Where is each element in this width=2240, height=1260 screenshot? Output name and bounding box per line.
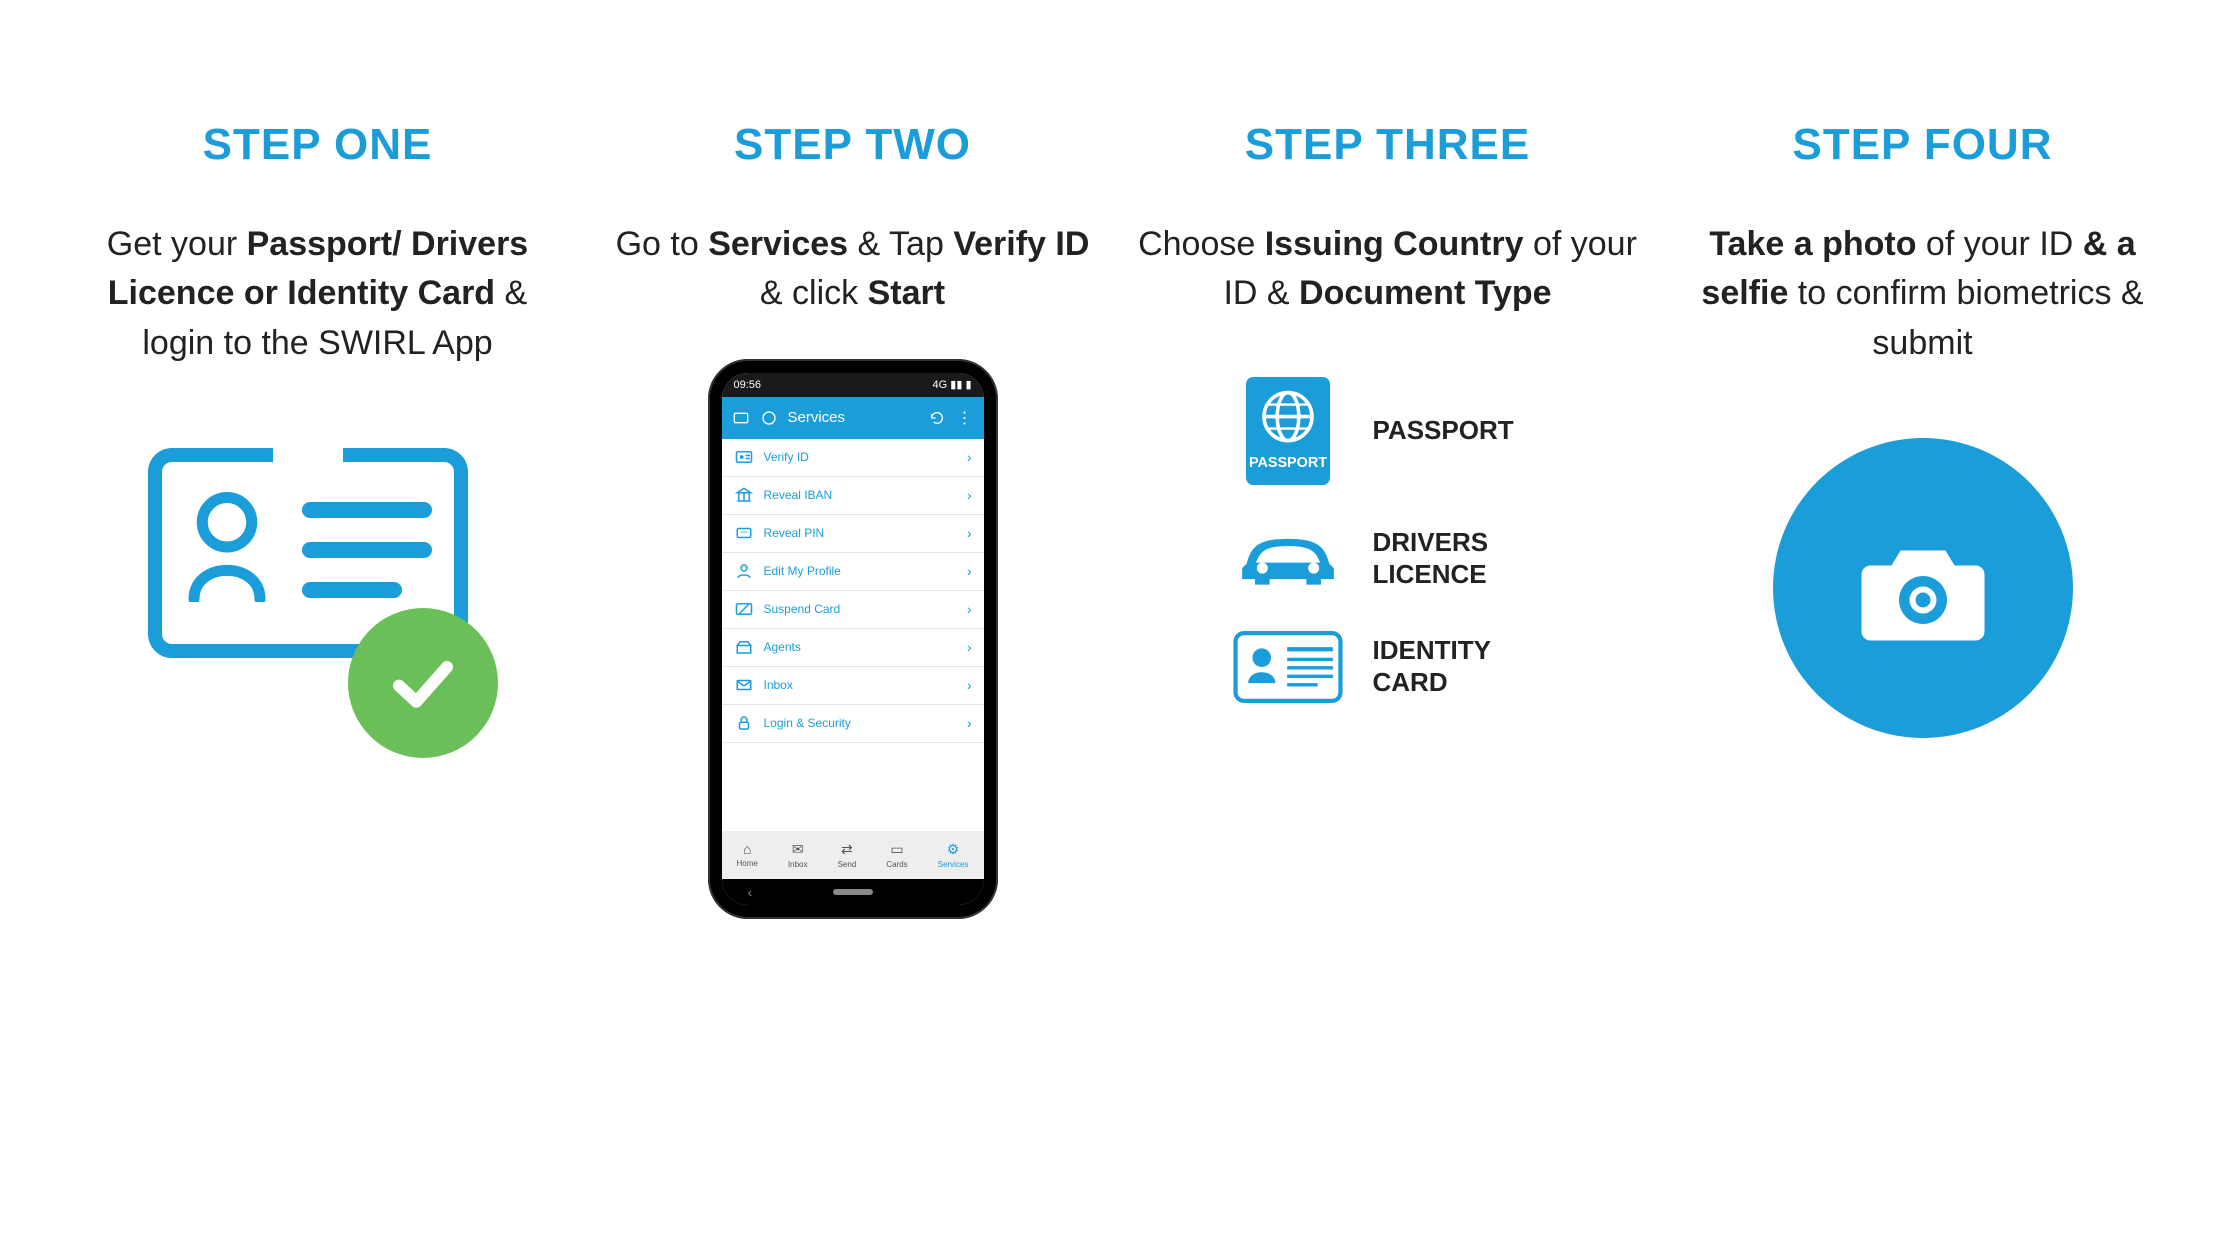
bottom-nav-cards[interactable]: ▭ Cards <box>886 841 907 869</box>
lock-icon <box>734 714 754 732</box>
nav-icon: ⌂ <box>743 841 751 857</box>
step-one-title: STEP ONE <box>203 120 433 170</box>
document-label: DRIVERS LICENCE <box>1373 527 1543 589</box>
step-two-desc: Go to Services & Tap Verify ID & click S… <box>603 220 1103 319</box>
camera-badge-icon <box>1773 438 2073 738</box>
document-label: PASSPORT <box>1373 415 1543 446</box>
service-item-agents[interactable]: Agents › <box>722 629 984 667</box>
svg-text:***: *** <box>740 531 748 537</box>
idcard-icon <box>1233 627 1343 707</box>
step-one: STEP ONE Get your Passport/ Drivers Lice… <box>68 120 568 768</box>
chevron-right-icon: › <box>967 525 972 541</box>
service-label: Login & Security <box>764 716 957 730</box>
step-two-title: STEP TWO <box>734 120 971 170</box>
nav-label: Services <box>938 860 969 869</box>
step-one-desc: Get your Passport/ Drivers Licence or Id… <box>68 220 568 368</box>
step-two-illustration: 09:56 4G ▮▮ ▮ Services <box>708 359 998 919</box>
nav-icon: ⇄ <box>841 841 853 858</box>
service-item-inbox[interactable]: Inbox › <box>722 667 984 705</box>
step-three-desc: Choose Issuing Country of your ID & Docu… <box>1138 220 1638 319</box>
home-pill-icon[interactable] <box>833 889 873 895</box>
step-one-illustration <box>148 408 488 768</box>
more-icon[interactable]: ⋮ <box>956 409 974 427</box>
service-item-profile[interactable]: Edit My Profile › <box>722 553 984 591</box>
checkmark-badge-icon <box>348 608 498 758</box>
document-option-car: DRIVERS LICENCE <box>1233 519 1543 599</box>
service-item-pin[interactable]: *** Reveal PIN › <box>722 515 984 553</box>
service-label: Agents <box>764 640 957 654</box>
passport-icon: PASSPORT <box>1233 371 1343 491</box>
step-four: STEP FOUR Take a photo of your ID & a se… <box>1673 120 2173 768</box>
svg-text:PASSPORT: PASSPORT <box>1248 455 1326 471</box>
inbox-icon <box>734 676 754 694</box>
service-item-id[interactable]: Verify ID › <box>722 439 984 477</box>
document-label: IDENTITY CARD <box>1373 635 1543 697</box>
suspend-icon <box>734 600 754 618</box>
status-network: 4G ▮▮ ▮ <box>933 378 972 391</box>
steps-row: STEP ONE Get your Passport/ Drivers Lice… <box>60 120 2180 919</box>
nav-icon: ⚙ <box>947 841 960 858</box>
profile-icon <box>734 562 754 580</box>
step-three-title: STEP THREE <box>1245 120 1530 170</box>
step-two: STEP TWO Go to Services & Tap Verify ID … <box>603 120 1103 919</box>
service-label: Reveal PIN <box>764 526 957 540</box>
nav-label: Inbox <box>788 860 808 869</box>
bottom-nav-home[interactable]: ⌂ Home <box>737 841 758 868</box>
chevron-right-icon: › <box>967 715 972 731</box>
step-four-desc: Take a photo of your ID & a selfie to co… <box>1673 220 2173 368</box>
appbar-card-icon <box>732 409 750 427</box>
service-item-suspend[interactable]: Suspend Card › <box>722 591 984 629</box>
step-three-illustration: PASSPORT PASSPORT DRIVERS LICENCE IDENTITY … <box>1233 359 1543 719</box>
appbar-title: Services <box>788 409 846 426</box>
app-bar: Services ⋮ <box>722 397 984 439</box>
service-label: Edit My Profile <box>764 564 957 578</box>
services-list: Verify ID›Reveal IBAN›***Reveal PIN›Edit… <box>722 439 984 831</box>
appbar-chat-icon <box>760 409 778 427</box>
chevron-right-icon: › <box>967 449 972 465</box>
nav-icon: ✉ <box>792 841 804 858</box>
bottom-nav-inbox[interactable]: ✉ Inbox <box>788 841 808 869</box>
pin-icon: *** <box>734 524 754 542</box>
nav-icon: ▭ <box>890 841 903 858</box>
step-four-illustration <box>1773 408 2073 768</box>
service-item-bank[interactable]: Reveal IBAN › <box>722 477 984 515</box>
bottom-nav-services[interactable]: ⚙ Services <box>938 841 969 869</box>
service-label: Inbox <box>764 678 957 692</box>
service-item-lock[interactable]: Login & Security › <box>722 705 984 743</box>
chevron-right-icon: › <box>967 601 972 617</box>
chevron-right-icon: › <box>967 487 972 503</box>
chevron-right-icon: › <box>967 563 972 579</box>
step-three: STEP THREE Choose Issuing Country of you… <box>1138 120 1638 719</box>
status-time: 09:56 <box>734 379 762 391</box>
document-option-idcard: IDENTITY CARD <box>1233 627 1543 707</box>
document-option-passport: PASSPORT PASSPORT <box>1233 371 1543 491</box>
bank-icon <box>734 486 754 504</box>
step-four-title: STEP FOUR <box>1792 120 2052 170</box>
agents-icon <box>734 638 754 656</box>
phone-mockup: 09:56 4G ▮▮ ▮ Services <box>708 359 998 919</box>
refresh-icon[interactable] <box>928 409 946 427</box>
car-icon <box>1233 519 1343 599</box>
nav-label: Send <box>838 860 857 869</box>
id-icon <box>734 448 754 466</box>
back-icon[interactable]: ‹ <box>748 884 753 900</box>
bottom-nav: ⌂ Home ✉ Inbox ⇄ Send ▭ Cards ⚙ Services <box>722 831 984 879</box>
nav-label: Cards <box>886 860 907 869</box>
android-nav-bar: ‹ <box>722 879 984 905</box>
nav-label: Home <box>737 859 758 868</box>
service-label: Reveal IBAN <box>764 488 957 502</box>
person-icon <box>182 492 272 602</box>
bottom-nav-send[interactable]: ⇄ Send <box>838 841 857 869</box>
service-label: Suspend Card <box>764 602 957 616</box>
service-label: Verify ID <box>764 450 957 464</box>
phone-status-bar: 09:56 4G ▮▮ ▮ <box>722 373 984 397</box>
chevron-right-icon: › <box>967 639 972 655</box>
chevron-right-icon: › <box>967 677 972 693</box>
